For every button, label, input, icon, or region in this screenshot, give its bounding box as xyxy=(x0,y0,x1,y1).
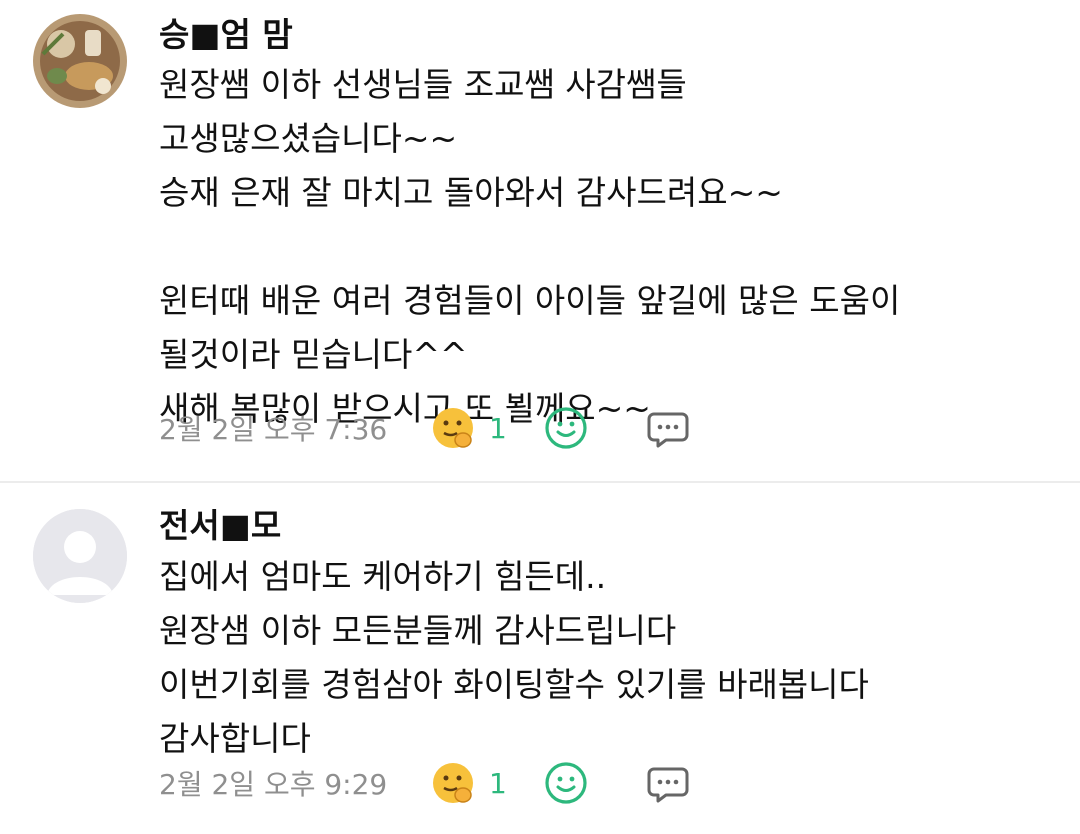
comment-item: 승■엄 맘 원장쌤 이하 선생님들 조교쌤 사감쌤들 고생많으셨습니다~~ 승재… xyxy=(0,0,1080,482)
reaction-button[interactable]: 1 xyxy=(431,761,543,805)
reply-comment-icon xyxy=(647,767,689,803)
author-name[interactable]: 승■엄 맘 xyxy=(159,15,293,55)
comment-line: 감사합니다 xyxy=(159,719,311,758)
comment-meta: 2월 2일 오후 7:36 1 xyxy=(159,406,691,450)
add-reaction-smile-icon xyxy=(545,407,587,449)
timestamp: 2월 2일 오후 7:36 xyxy=(159,413,388,446)
author-name[interactable]: 전서■모 xyxy=(159,506,281,546)
reply-button[interactable] xyxy=(645,405,691,451)
comment-line: 원장샘 이하 모든분들께 감사드립니다 xyxy=(159,611,677,650)
reply-button[interactable] xyxy=(645,760,691,806)
add-reaction-button[interactable] xyxy=(543,760,589,806)
comment-line: 될것이라 믿습니다^^ xyxy=(159,335,468,374)
default-avatar-icon xyxy=(33,509,127,603)
comment-line xyxy=(159,220,900,274)
avatar[interactable] xyxy=(33,509,127,603)
emoji-reaction-icon xyxy=(433,408,473,448)
timestamp: 2월 2일 오후 9:29 xyxy=(159,768,388,801)
comment-body: 집에서 엄마도 케어하기 힘든데.. 원장샘 이하 모든분들께 감사드립니다 이… xyxy=(159,550,869,766)
add-reaction-button[interactable] xyxy=(543,405,589,451)
comment-line: 원장쌤 이하 선생님들 조교쌤 사감쌤들 xyxy=(159,65,687,104)
comment-line: 윈터때 배운 여러 경험들이 아이들 앞길에 많은 도움이 xyxy=(159,281,901,320)
reaction-count: 1 xyxy=(489,766,507,800)
reaction-button[interactable]: 1 xyxy=(431,406,543,450)
add-reaction-smile-icon xyxy=(545,762,587,804)
comment-meta: 2월 2일 오후 9:29 1 xyxy=(159,761,691,805)
profile-photo xyxy=(33,14,127,108)
reaction-count: 1 xyxy=(489,411,507,445)
comment-line: 고생많으셨습니다~~ xyxy=(159,119,458,158)
comment-line: 이번기회를 경험삼아 화이팅할수 있기를 바래봅니다 xyxy=(159,665,869,704)
comment-body: 원장쌤 이하 선생님들 조교쌤 사감쌤들 고생많으셨습니다~~ 승재 은재 잘 … xyxy=(159,58,900,436)
comment-line: 승재 은재 잘 마치고 돌아와서 감사드려요~~ xyxy=(159,173,783,212)
avatar[interactable] xyxy=(33,14,127,108)
reply-comment-icon xyxy=(647,412,689,448)
emoji-reaction-icon xyxy=(433,763,473,803)
comment-line: 집에서 엄마도 케어하기 힘든데.. xyxy=(159,557,607,596)
